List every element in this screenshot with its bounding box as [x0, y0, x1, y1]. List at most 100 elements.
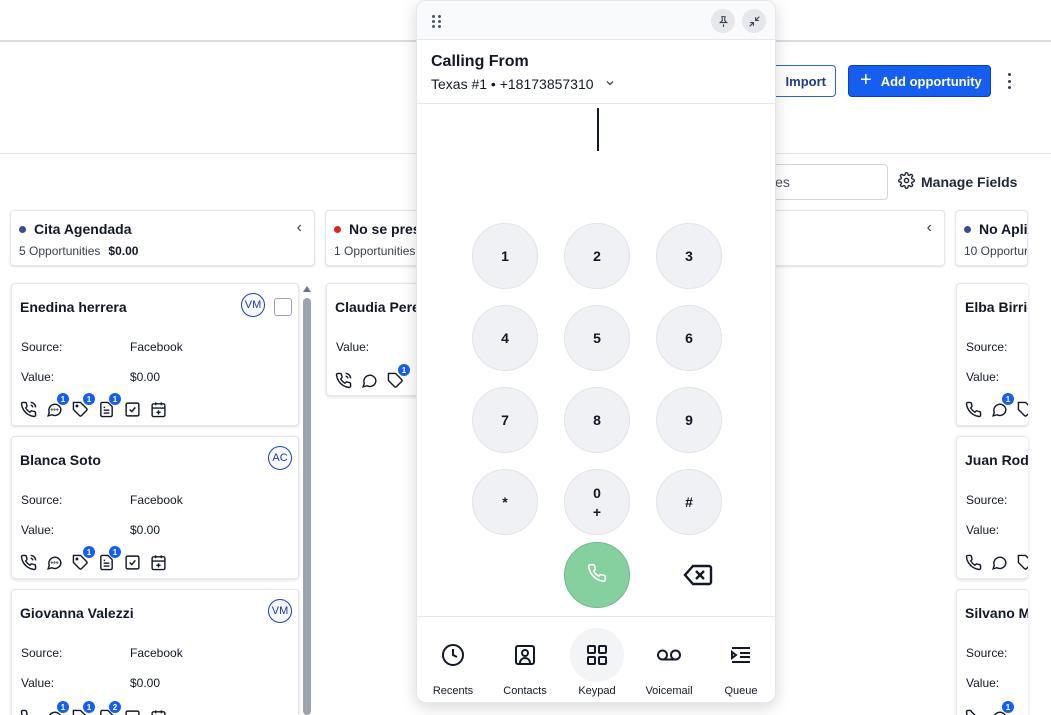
phone-call-icon[interactable]	[965, 401, 982, 418]
drag-handle-icon[interactable]	[432, 15, 442, 28]
collapse-chevron-icon[interactable]: ‹	[297, 219, 302, 237]
add-opportunity-button[interactable]: + Add opportunity	[848, 65, 991, 97]
nav-label: Recents	[432, 685, 474, 697]
import-button[interactable]: Import	[770, 65, 836, 97]
phone-call-icon[interactable]	[335, 372, 352, 389]
nav-recents[interactable]: Recents	[423, 628, 483, 698]
select-checkbox[interactable]	[274, 298, 292, 316]
opportunity-card[interactable]: Blanca Soto AC Source: Facebook Value: $…	[11, 436, 299, 579]
count-badge: 1	[1002, 393, 1014, 405]
keypad-key-6[interactable]: 6	[656, 305, 722, 371]
scroll-up-arrow[interactable]	[303, 286, 311, 292]
more-options-icon[interactable]	[1002, 70, 1016, 92]
tag-icon[interactable]: 1	[72, 701, 95, 715]
opportunity-card[interactable]: Juan Rodr Source: Value:	[956, 436, 1028, 579]
source-label: Source:	[21, 646, 63, 660]
phone-call-icon[interactable]	[20, 554, 37, 571]
calendar-add-icon[interactable]	[150, 709, 167, 715]
keypad-key-4[interactable]: 4	[472, 305, 538, 371]
count-badge: 1	[109, 393, 121, 405]
tag-icon[interactable]: 1	[72, 546, 95, 571]
phone-call-icon[interactable]	[965, 709, 982, 715]
note-icon[interactable]: 2	[98, 701, 121, 715]
call-button[interactable]	[564, 542, 630, 608]
keypad-key-star[interactable]: *	[472, 469, 538, 535]
nav-queue[interactable]: Queue	[711, 628, 771, 698]
add-opportunity-label: Add opportunity	[880, 73, 982, 89]
count-badge: 1	[83, 546, 95, 558]
stage-dot	[964, 225, 971, 233]
tag-icon[interactable]	[1017, 554, 1028, 571]
message-icon[interactable]	[991, 554, 1008, 571]
stage-value: $0.00	[108, 244, 139, 258]
opportunity-card[interactable]: Silvano M Source: Value: 1	[956, 589, 1028, 715]
note-icon[interactable]: 1	[98, 393, 121, 418]
value-amount: $0.00	[130, 370, 161, 384]
pin-icon[interactable]	[711, 9, 735, 33]
from-number-select[interactable]: Texas #1 • +18173857310	[431, 76, 616, 92]
tag-icon[interactable]: 1	[72, 393, 95, 418]
card-actions	[965, 554, 1028, 571]
message-icon[interactable]	[46, 554, 63, 571]
count-badge: 1	[57, 701, 69, 713]
phone-call-icon[interactable]	[965, 554, 982, 571]
number-input-cursor[interactable]	[597, 108, 599, 151]
value-label: Value:	[966, 523, 1000, 537]
nav-voicemail[interactable]: Voicemail	[639, 628, 699, 698]
note-icon[interactable]: 1	[98, 546, 121, 571]
tag-icon[interactable]: 1	[387, 364, 410, 389]
opportunity-card[interactable]: Elba Birrie Source: Value: 1	[956, 283, 1028, 426]
message-icon[interactable]	[361, 372, 378, 389]
stage-count: 5 Opportunities	[19, 244, 101, 258]
keypad-key-5[interactable]: 5	[564, 305, 630, 371]
message-icon[interactable]: 1	[46, 393, 69, 418]
minimize-icon[interactable]	[742, 9, 766, 33]
backspace-icon[interactable]	[683, 562, 713, 588]
voicemail-icon	[642, 628, 696, 682]
count-badge: 2	[109, 701, 121, 713]
nav-label: Contacts	[503, 685, 547, 697]
app-root: Import + Add opportunity ities Manage Fi…	[0, 0, 1051, 715]
divider	[417, 103, 775, 104]
task-check-icon[interactable]	[124, 554, 141, 571]
keypad-key-9[interactable]: 9	[656, 387, 722, 453]
from-number-value: Texas #1 • +18173857310	[431, 76, 594, 92]
card-name: Giovanna Valezzi	[20, 605, 134, 621]
nav-label: Voicemail	[645, 685, 693, 697]
column-scrollbar[interactable]	[303, 298, 311, 715]
nav-contacts[interactable]: Contacts	[495, 628, 555, 698]
calendar-add-icon[interactable]	[150, 401, 167, 418]
opportunity-card[interactable]: Enedina herrera VM Source: Facebook Valu…	[11, 283, 299, 426]
message-icon[interactable]: 1	[991, 393, 1014, 418]
keypad-key-1[interactable]: 1	[472, 223, 538, 289]
value-label: Value:	[21, 523, 55, 537]
card-actions: 1 1 1	[20, 393, 167, 418]
collapse-chevron-icon[interactable]: ‹	[927, 219, 932, 237]
phone-call-icon[interactable]	[20, 401, 37, 418]
keypad-key-hash[interactable]: #	[656, 469, 722, 535]
phone-call-icon[interactable]	[20, 709, 37, 715]
keypad-key-0[interactable]: 0 +	[564, 469, 630, 535]
chevron-down-icon	[604, 76, 616, 92]
stage-count: 10 Opportur	[964, 244, 1028, 258]
keypad-key-2[interactable]: 2	[564, 223, 630, 289]
message-icon[interactable]: 1	[991, 701, 1014, 715]
avatar: AC	[268, 446, 292, 470]
task-check-icon[interactable]	[124, 709, 141, 715]
card-name: Juan Rodr	[965, 452, 1028, 468]
card-actions: 1	[335, 364, 410, 389]
phone-dialer-panel: Calling From Texas #1 • +18173857310 1 2…	[416, 0, 776, 703]
message-icon[interactable]: 1	[46, 701, 69, 715]
count-badge: 1	[83, 701, 95, 713]
stage-header-hidden: ‹	[760, 210, 945, 266]
keypad-key-3[interactable]: 3	[656, 223, 722, 289]
nav-keypad[interactable]: Keypad	[567, 628, 627, 698]
tag-icon[interactable]	[1017, 401, 1028, 418]
task-check-icon[interactable]	[124, 401, 141, 418]
keypad-key-8[interactable]: 8	[564, 387, 630, 453]
calendar-add-icon[interactable]	[150, 554, 167, 571]
keypad-key-7[interactable]: 7	[472, 387, 538, 453]
opportunity-card[interactable]: Giovanna Valezzi VM Source: Facebook Val…	[11, 589, 299, 715]
nav-label: Keypad	[578, 685, 616, 697]
manage-fields-button[interactable]: Manage Fields	[898, 172, 1017, 192]
